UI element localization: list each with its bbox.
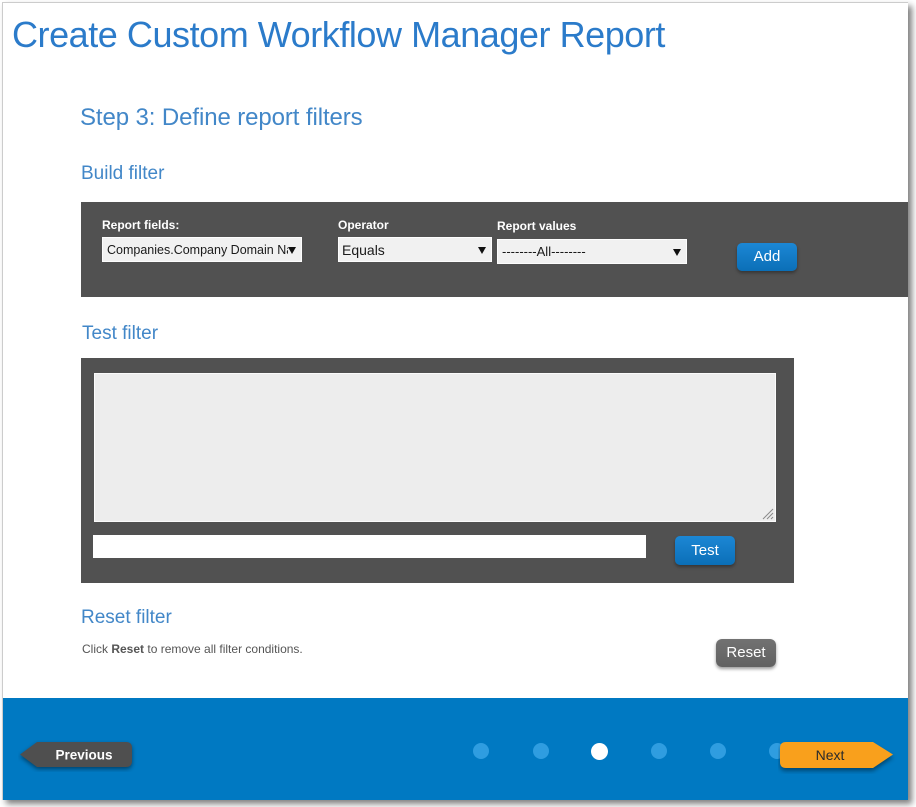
svg-text:Next: Next <box>816 747 845 763</box>
svg-text:Previous: Previous <box>55 748 112 763</box>
